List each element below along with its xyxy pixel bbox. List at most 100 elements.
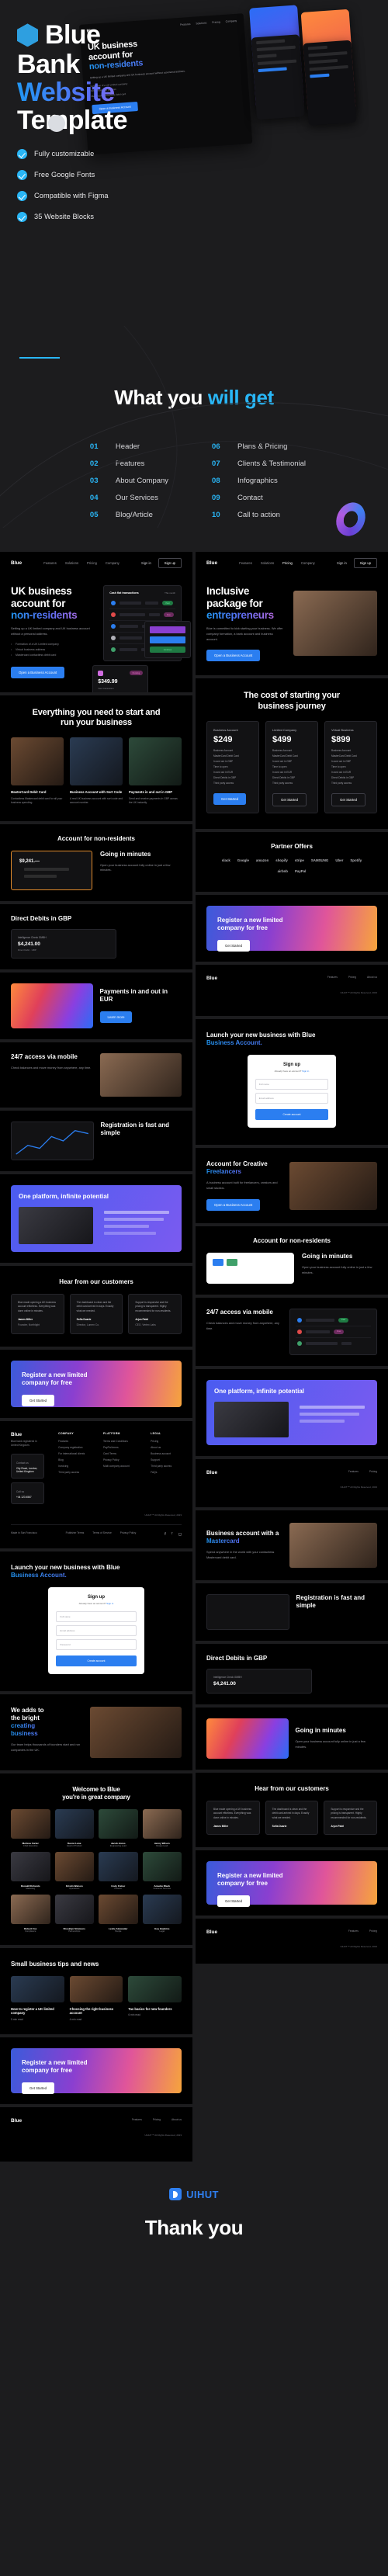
footer-link[interactable]: Pricing: [369, 1470, 377, 1473]
footer-link[interactable]: PayPal terms: [103, 1446, 137, 1449]
plan-button[interactable]: Get Started: [331, 793, 365, 807]
section-paragraph: Open your business account fully online …: [295, 1739, 365, 1749]
footer-link[interactable]: Features: [348, 1470, 359, 1473]
pricing-heading-line2: business journey: [258, 701, 326, 711]
decorative-circle: [48, 115, 65, 132]
footer-link[interactable]: Features: [58, 1440, 89, 1443]
hero-cta-button[interactable]: Open a Business Account: [206, 650, 261, 662]
signup-email-field[interactable]: Email address: [56, 1625, 137, 1637]
footer-link[interactable]: Multi company account: [103, 1465, 137, 1468]
preview-column-left: Blue Features Solutions Pricing Company …: [0, 552, 192, 2162]
blog-post[interactable]: Choosing the right business account 4 mi…: [69, 1975, 123, 2023]
cta-button[interactable]: Get Started: [217, 940, 250, 952]
footer-link[interactable]: Card Terms: [103, 1452, 137, 1455]
blog-post[interactable]: Tax basics for new founders 6 min read: [128, 1975, 182, 2023]
footer-link[interactable]: For international clients: [58, 1452, 89, 1455]
signup-name-field[interactable]: Full name: [56, 1611, 137, 1623]
nav-link-company[interactable]: Company: [301, 561, 315, 565]
nav-link-solutions[interactable]: Solutions: [261, 561, 274, 565]
learn-more-button[interactable]: Learn more: [99, 1011, 133, 1024]
footer-link[interactable]: Features: [348, 1929, 359, 1933]
signup-password-field[interactable]: Password: [56, 1639, 137, 1651]
sign-up-button[interactable]: Sign up: [158, 558, 182, 568]
footer-bottom-link[interactable]: Terms of Service: [92, 1531, 112, 1534]
footer-link[interactable]: Privacy Policy: [103, 1458, 137, 1461]
plan-feature: Third party access: [331, 782, 352, 785]
hero-headline-line2: account for: [11, 597, 66, 609]
plan-button[interactable]: Get Started: [213, 793, 246, 806]
footer-link[interactable]: Pricing: [153, 2118, 161, 2121]
section-heading: Direct Debits in GBP: [11, 914, 72, 922]
signup-signin-link[interactable]: Sign in: [302, 1070, 309, 1073]
item-label: Features: [115, 459, 145, 468]
check-icon: [17, 169, 27, 180]
footer-link[interactable]: FAQs: [151, 1471, 182, 1474]
site-logo: Blue: [11, 560, 23, 566]
blog-post-row: How to register a UK limited company 5 m…: [11, 1975, 182, 2023]
footer-link[interactable]: Third party access: [58, 1471, 89, 1474]
sign-in-link[interactable]: Sign in: [141, 561, 151, 565]
instagram-icon[interactable]: ◻: [178, 1532, 182, 1537]
signup-email-field[interactable]: Email address: [255, 1093, 329, 1104]
cta-button[interactable]: Get Started: [22, 2082, 54, 2095]
plan-button[interactable]: Get Started: [272, 793, 307, 807]
footer-link[interactable]: Pricing: [348, 976, 356, 979]
blog-heading: Small business tips and news: [11, 1960, 99, 1968]
sign-up-button[interactable]: Sign up: [353, 558, 377, 568]
footer-link[interactable]: Blog: [58, 1458, 89, 1461]
feature-card-sub: Contactless Mastercard debit card for al…: [11, 797, 63, 805]
signup-name-field[interactable]: Full name: [255, 1079, 329, 1090]
nav-link-pricing[interactable]: Pricing: [282, 561, 293, 565]
footer-link[interactable]: Pricing: [151, 1440, 182, 1443]
item-number: 05: [89, 511, 99, 519]
blog-post[interactable]: How to register a UK limited company 5 m…: [11, 1975, 64, 2023]
footer-contact-value: City Road, London, United Kingdom: [16, 1467, 38, 1474]
nav-link-features[interactable]: Features: [43, 561, 57, 565]
status-badge: Paid: [162, 601, 173, 605]
footer-link[interactable]: About us: [151, 1446, 182, 1449]
footer-link[interactable]: Support: [151, 1458, 182, 1461]
twitter-icon[interactable]: ᵀ: [171, 1532, 173, 1537]
nav-link-company[interactable]: Company: [106, 561, 120, 565]
section-heading: Hear from our customers: [255, 1784, 329, 1792]
transactions-filter-month[interactable]: This month: [165, 591, 175, 595]
footer-link[interactable]: Business account: [151, 1452, 182, 1455]
nav-link-solutions[interactable]: Solutions: [65, 561, 78, 565]
footer-link[interactable]: Features: [327, 976, 338, 979]
footer-link[interactable]: About us: [367, 976, 377, 979]
team-member-role: Customer Success: [153, 1887, 171, 1890]
signup-submit-button[interactable]: Create account: [56, 1656, 137, 1667]
team-member-photo: [99, 1851, 138, 1881]
hero-cta-button[interactable]: Open a Business Account: [11, 666, 65, 678]
footer-link[interactable]: Terms and Conditions: [103, 1440, 137, 1443]
item-label: Clients & Testimonial: [237, 459, 307, 468]
footer-bottom-link[interactable]: Privacy Policy: [120, 1531, 137, 1534]
creative-cta-button[interactable]: Open a Business Account: [206, 1198, 261, 1211]
signup-submit-button[interactable]: Create account: [255, 1109, 329, 1121]
footer-link[interactable]: About us: [171, 2118, 182, 2121]
footer-link[interactable]: Features: [132, 2118, 142, 2121]
uihut-mark-icon: [169, 2188, 182, 2201]
footer-link[interactable]: Company registration: [58, 1446, 89, 1449]
plan-feature-list: Business Account MasterCard Debit Card I…: [213, 749, 252, 785]
row-icon: [111, 612, 116, 617]
pending-link[interactable]: View transaction: [98, 687, 143, 690]
sign-in-link[interactable]: Sign in: [337, 561, 347, 565]
signup-signin-link[interactable]: Sign in: [106, 1602, 113, 1605]
nav-link-pricing[interactable]: Pricing: [87, 561, 97, 565]
check-icon: [17, 148, 27, 159]
footer-link[interactable]: Invoicing: [58, 1465, 89, 1468]
footer-bottom-link[interactable]: Publisher Terms: [66, 1531, 85, 1534]
shot-creative-freelancers: Account for Creative Freelancers A busin…: [196, 1148, 388, 1223]
feature-card-title: MasterCard Debit Card: [11, 790, 47, 795]
section-heading: 24/7 access via mobile: [206, 1308, 273, 1316]
footer-link[interactable]: Pricing: [369, 1929, 377, 1933]
card-action-button[interactable]: Continue: [150, 647, 185, 653]
nav-link-features[interactable]: Features: [239, 561, 252, 565]
cta-button[interactable]: Get Started: [22, 1395, 54, 1407]
feature-item: Fully customizable: [17, 148, 180, 159]
footer-link[interactable]: Third party access: [151, 1465, 182, 1468]
testimonial-name: James Miller: [213, 1825, 229, 1829]
team-member-role: Compliance: [25, 1929, 36, 1933]
cta-button[interactable]: Get Started: [217, 1895, 250, 1908]
